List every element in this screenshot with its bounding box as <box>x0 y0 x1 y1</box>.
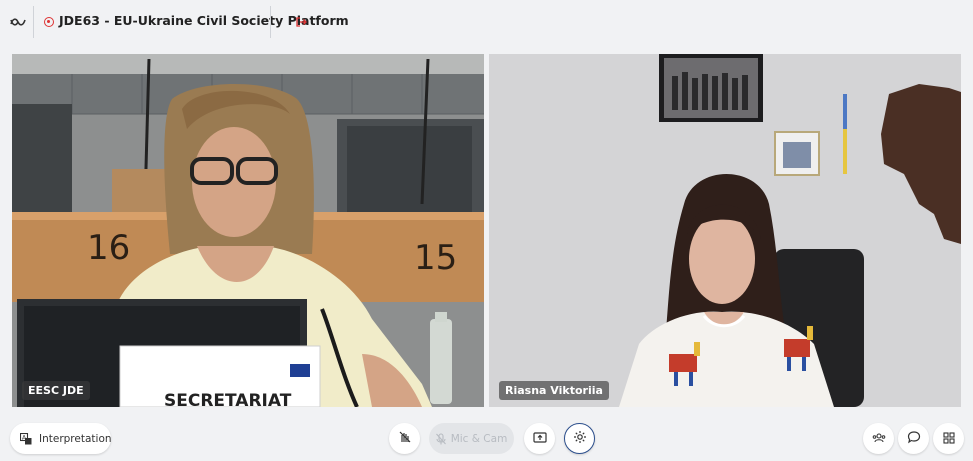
video-feed: 16 15 SECRETARIAT <box>12 54 484 407</box>
translate-icon: A <box>20 432 32 445</box>
recording-icon <box>44 17 54 27</box>
gear-icon <box>573 429 587 448</box>
raise-hand-button[interactable] <box>389 423 420 454</box>
chat-button[interactable] <box>898 423 929 454</box>
app-logo-icon[interactable] <box>8 12 28 32</box>
desk-number-right: 15 <box>414 238 457 278</box>
participants-button[interactable] <box>863 423 894 454</box>
mic-cam-button[interactable]: Mic & Cam <box>429 423 514 454</box>
leave-icon[interactable] <box>291 12 311 32</box>
divider <box>33 6 34 38</box>
nameplate-text: SECRETARIAT <box>164 391 292 407</box>
participant-name-tag: Riasna Viktoriia <box>499 381 609 400</box>
share-screen-button[interactable] <box>524 423 555 454</box>
settings-button[interactable] <box>564 423 595 454</box>
interpretation-label: Interpretation <box>39 432 112 445</box>
chat-icon <box>907 429 921 448</box>
participant-name-tag: EESC JDE <box>22 381 90 400</box>
video-feed <box>489 54 961 407</box>
share-screen-icon <box>532 429 547 448</box>
mic-cam-label: Mic & Cam <box>450 432 508 445</box>
people-icon <box>872 429 886 448</box>
top-bar: JDE63 - EU-Ukraine Civil Society Platfor… <box>0 0 973 44</box>
mic-off-icon <box>435 432 446 445</box>
desk-number-left: 16 <box>87 228 130 268</box>
divider <box>270 6 271 38</box>
more-apps-button[interactable] <box>933 423 964 454</box>
video-tile-eesc-jde[interactable]: 16 15 SECRETARIAT EESC JDE <box>12 54 484 407</box>
grid-icon <box>942 429 955 448</box>
hand-off-icon <box>398 429 412 448</box>
video-tile-riasna-viktoriia[interactable]: Riasna Viktoriia <box>489 54 961 407</box>
interpretation-button[interactable]: A Interpretation <box>10 423 112 454</box>
